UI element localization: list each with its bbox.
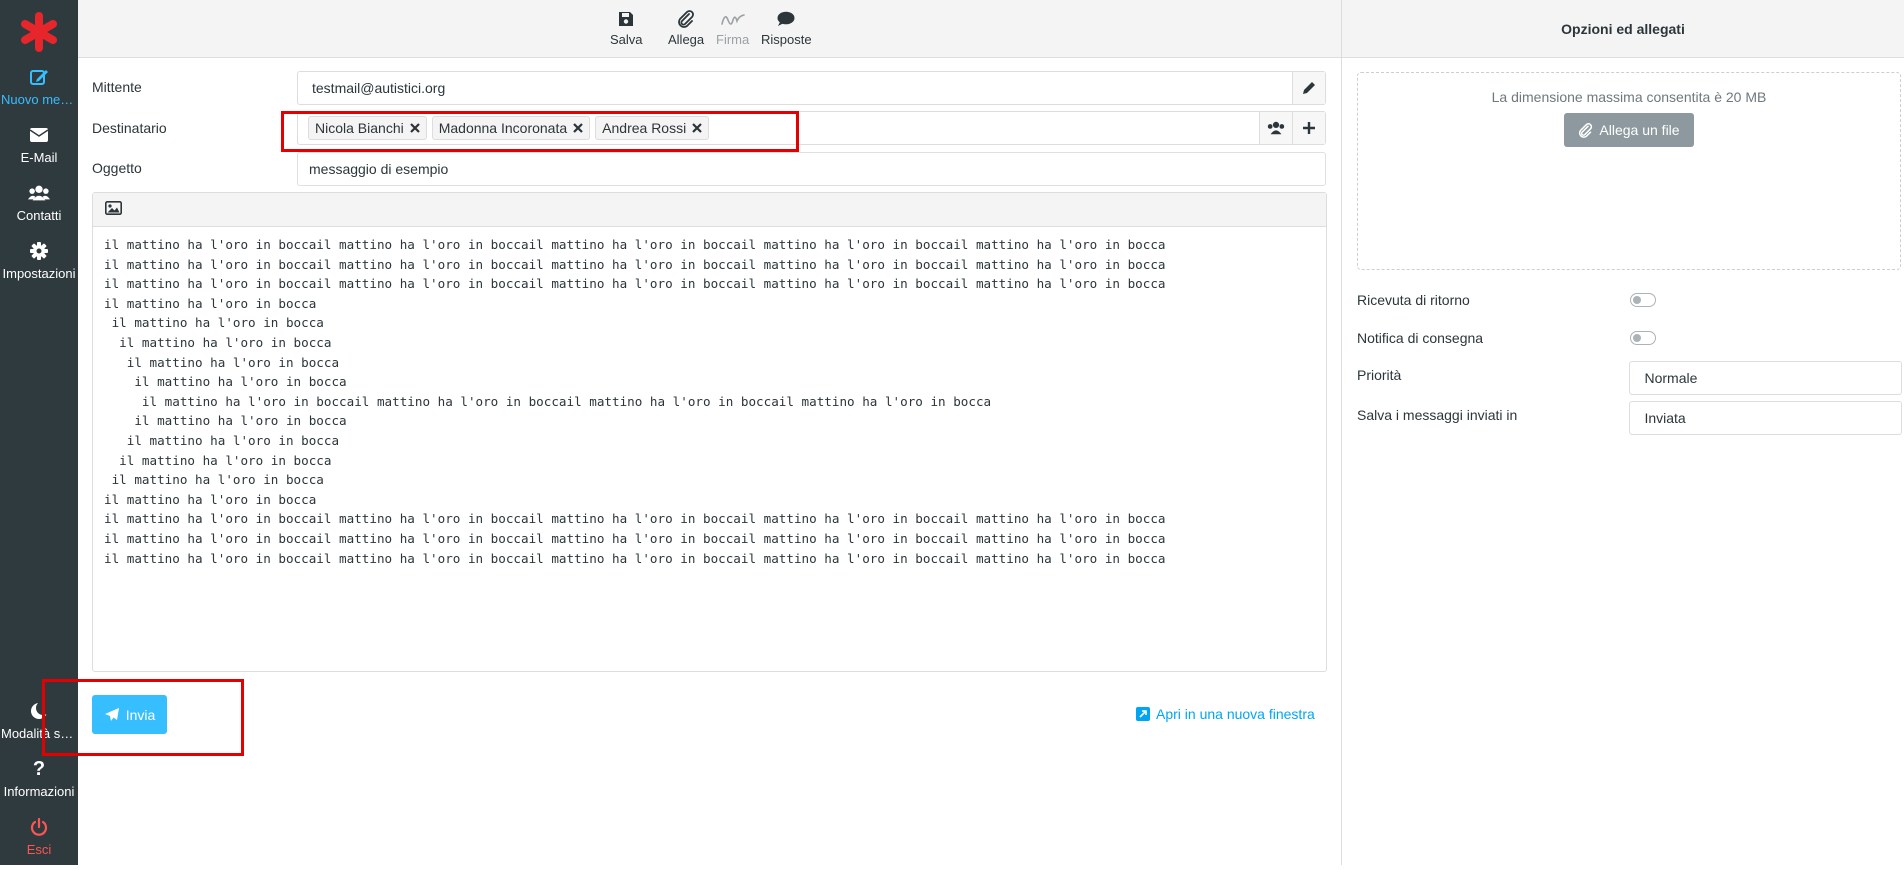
compose-toolbar: Salva Allega Firma Risposte	[78, 0, 1342, 58]
max-size-hint: La dimensione massima consentita è 20 MB	[1491, 89, 1767, 105]
signature-button[interactable]: Firma	[716, 8, 749, 52]
recipients-field[interactable]: Nicola Bianchi Madonna Incoronata Andrea…	[297, 111, 1326, 145]
sidebar-item-about[interactable]: ? Informazioni	[0, 758, 78, 812]
options-panel: Opzioni ed allegati La dimensione massim…	[1341, 0, 1904, 865]
gear-icon	[28, 240, 50, 262]
edit-identity-button[interactable]	[1292, 72, 1325, 104]
sidebar-item-logout[interactable]: Esci	[0, 816, 78, 870]
comment-icon	[777, 8, 795, 30]
delivery-notice-toggle[interactable]	[1630, 331, 1656, 345]
sidebar-item-dark-mode[interactable]: Modalità sc...	[0, 700, 78, 754]
options-header: Opzioni ed allegati	[1342, 0, 1904, 58]
priority-row: Priorità Normale	[1357, 361, 1902, 395]
responses-button[interactable]: Risposte	[761, 8, 812, 52]
paperclip-icon	[1579, 122, 1593, 138]
attach-file-button[interactable]: Allega un file	[1564, 113, 1694, 147]
message-body[interactable]: il mattino ha l'oro in boccail mattino h…	[93, 227, 1326, 576]
sidebar-item-compose[interactable]: Nuovo mes...	[0, 66, 78, 120]
sidebar-item-label: E-Mail	[20, 150, 58, 165]
save-sent-row: Salva i messaggi inviati in Inviata	[1357, 401, 1902, 435]
envelope-icon	[28, 124, 50, 146]
return-receipt-row: Ricevuta di ritorno	[1357, 283, 1902, 317]
from-value: testmail@autistici.org	[312, 80, 446, 96]
to-label: Destinatario	[92, 120, 167, 136]
external-window-icon	[1136, 707, 1150, 721]
from-label: Mittente	[92, 79, 142, 95]
asterisk-logo[interactable]	[0, 8, 78, 56]
save-button[interactable]: Salva	[610, 8, 643, 52]
subject-field[interactable]: messaggio di esempio	[297, 152, 1326, 186]
remove-recipient-icon[interactable]	[692, 123, 702, 133]
open-new-window-link[interactable]: Apri in una nuova finestra	[1136, 706, 1315, 722]
sidebar-item-label: Esci	[26, 842, 52, 857]
add-header-button[interactable]	[1292, 112, 1325, 144]
attachment-dropzone[interactable]: La dimensione massima consentita è 20 MB…	[1357, 72, 1901, 270]
pencil-icon	[1303, 82, 1315, 94]
sidebar-item-settings[interactable]: Impostazioni	[0, 240, 78, 294]
users-icon	[28, 182, 50, 204]
users-icon	[1267, 121, 1285, 135]
subject-value: messaggio di esempio	[309, 161, 449, 177]
recipients-list: Nicola Bianchi Madonna Incoronata Andrea…	[298, 116, 1259, 140]
power-icon	[28, 816, 50, 838]
sidebar-item-label: Contatti	[16, 208, 62, 223]
delivery-notice-row: Notifica di consegna	[1357, 321, 1902, 355]
moon-icon	[28, 700, 50, 722]
floppy-icon	[618, 8, 634, 30]
question-icon: ?	[32, 757, 46, 780]
paperclip-icon	[677, 8, 695, 30]
priority-select[interactable]: Normale	[1629, 361, 1902, 395]
editor-toolbar	[93, 193, 1326, 227]
subject-label: Oggetto	[92, 160, 142, 176]
image-icon[interactable]	[105, 201, 122, 218]
sidebar-item-label: Informazioni	[3, 784, 75, 799]
sidebar-item-contacts[interactable]: Contatti	[0, 182, 78, 236]
remove-recipient-icon[interactable]	[573, 123, 583, 133]
delivery-notice-label: Notifica di consegna	[1357, 330, 1484, 346]
attach-button[interactable]: Allega	[668, 8, 704, 52]
priority-label: Priorità	[1357, 367, 1402, 383]
message-editor[interactable]: il mattino ha l'oro in boccail mattino h…	[92, 192, 1327, 672]
plus-icon	[1303, 122, 1315, 134]
address-book-button[interactable]	[1259, 112, 1292, 144]
send-button[interactable]: Invia	[92, 695, 167, 734]
signature-icon	[720, 8, 745, 30]
sidebar: Nuovo mes... E-Mail Contatti Impostazion…	[0, 0, 78, 865]
save-sent-label: Salva i messaggi inviati in	[1357, 407, 1518, 423]
from-field[interactable]: testmail@autistici.org	[297, 71, 1326, 105]
recipient-chip[interactable]: Andrea Rossi	[595, 116, 710, 140]
sidebar-item-label: Impostazioni	[2, 266, 76, 281]
sidebar-item-label: Nuovo mes...	[1, 92, 77, 107]
sidebar-item-email[interactable]: E-Mail	[0, 124, 78, 178]
return-receipt-toggle[interactable]	[1630, 293, 1656, 307]
recipient-chip[interactable]: Nicola Bianchi	[308, 116, 427, 140]
recipient-chip[interactable]: Madonna Incoronata	[431, 116, 591, 140]
paper-plane-icon	[104, 707, 119, 721]
return-receipt-label: Ricevuta di ritorno	[1357, 292, 1470, 308]
save-sent-select[interactable]: Inviata	[1629, 401, 1902, 435]
compose-icon	[28, 66, 50, 88]
remove-recipient-icon[interactable]	[409, 123, 420, 133]
sidebar-item-label: Modalità sc...	[1, 726, 77, 741]
